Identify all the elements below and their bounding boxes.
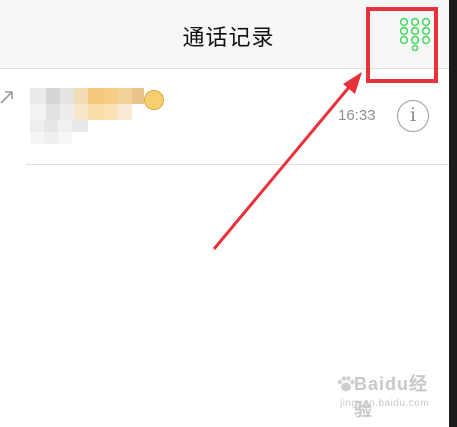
info-glyph: i bbox=[409, 104, 417, 126]
window-edge bbox=[449, 0, 457, 427]
watermark-brand: Baidu经验 bbox=[354, 374, 429, 420]
paw-logo-icon bbox=[337, 376, 355, 392]
info-icon[interactable]: i bbox=[397, 100, 429, 132]
outgoing-call-icon bbox=[0, 91, 13, 104]
contact-name-redacted bbox=[30, 88, 166, 120]
call-time: 16:33 bbox=[338, 107, 376, 124]
watermark: Baidu经验 jingyan.baidu.com bbox=[332, 368, 442, 420]
watermark-url: jingyan.baidu.com bbox=[340, 398, 430, 409]
call-detail-redacted bbox=[30, 120, 92, 144]
row-divider bbox=[26, 164, 457, 165]
